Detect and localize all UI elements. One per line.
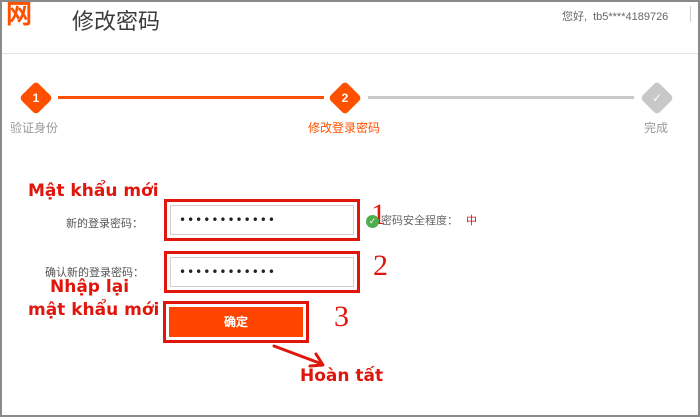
checkmark-icon: ✓ <box>651 91 663 105</box>
greeting-text: 您好, <box>562 11 588 23</box>
site-logo[interactable]: 网 <box>6 2 52 28</box>
step-3-label: 完成 <box>644 121 669 135</box>
password-strength: ✓ 密码安全程度： 中 <box>366 212 477 228</box>
new-password-highlight: •••••••••••• <box>164 199 360 241</box>
annotation-reenter-line1: Nhập lại <box>50 277 130 297</box>
confirm-password-highlight: •••••••••••• <box>164 251 360 293</box>
confirm-button[interactable]: 确定 <box>169 307 303 337</box>
strength-label: 密码安全程度： <box>381 215 458 227</box>
step-2-number: 2 <box>341 91 349 105</box>
progress-line-completed <box>58 96 324 99</box>
new-password-label: 新的登录密码： <box>66 218 143 230</box>
new-password-field[interactable]: •••••••••••• <box>170 205 354 235</box>
confirm-password-field[interactable]: •••••••••••• <box>170 257 354 287</box>
submit-highlight: 确定 <box>163 301 309 343</box>
arrow-icon <box>272 344 325 368</box>
progress-line-pending <box>368 96 634 99</box>
step-1-number: 1 <box>32 91 40 105</box>
annotation-reenter-line2: mật khẩu mới <box>28 300 160 320</box>
step-2-marker: 2 <box>328 81 362 115</box>
annotation-number-2: 2 <box>373 249 388 282</box>
username-link[interactable]: tb5****4189726 <box>593 11 668 23</box>
step-1-marker: 1 <box>19 81 53 115</box>
header-divider <box>690 6 691 22</box>
strength-level: 中 <box>466 215 477 227</box>
page-title: 修改密码 <box>72 10 161 35</box>
annotation-new-password: Mật khẩu mới <box>28 181 159 201</box>
annotation-number-3: 3 <box>334 300 349 333</box>
progress-steps: 1 2 ✓ 验证身份 修改登录密码 完成 <box>0 80 700 140</box>
check-circle-icon: ✓ <box>366 214 379 228</box>
page-header: 网 修改密码 您好, tb5****4189726 <box>2 2 698 54</box>
user-greeting: 您好, tb5****4189726 <box>562 8 674 24</box>
step-2-label: 修改登录密码 <box>308 121 381 135</box>
confirm-password-label: 确认新的登录密码： <box>45 267 144 279</box>
step-1-label: 验证身份 <box>10 121 59 135</box>
step-3-marker: ✓ <box>640 81 674 115</box>
